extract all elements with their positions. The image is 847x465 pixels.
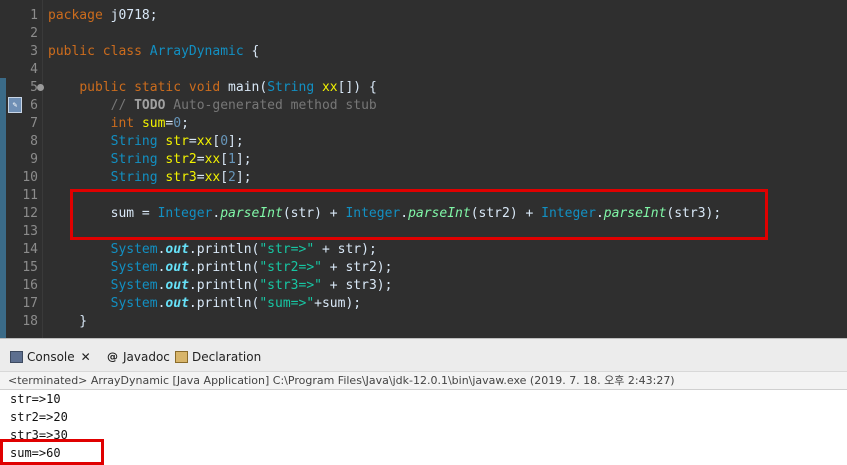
code-line: public class ArrayDynamic { bbox=[48, 44, 260, 59]
console-icon bbox=[10, 351, 23, 363]
close-icon[interactable]: ✕ bbox=[81, 347, 91, 367]
code-line: } bbox=[48, 314, 88, 329]
highlight-box-sum-line bbox=[70, 189, 768, 240]
tab-declaration-label: Declaration bbox=[192, 350, 262, 364]
console-output-line: str2=>20 bbox=[10, 410, 68, 424]
tab-console-label: Console bbox=[27, 350, 75, 364]
code-line: System.out.println("str2=>" + str2); bbox=[110, 260, 393, 275]
code-editor[interactable]: ✎ package j0718; public class ArrayDynami… bbox=[0, 0, 847, 338]
line-number: 8 bbox=[30, 134, 38, 149]
line-number: 12 bbox=[22, 206, 38, 221]
code-line: System.out.println("sum=>"+sum); bbox=[110, 296, 362, 311]
line-number: 16 bbox=[22, 278, 38, 293]
line-number: 4 bbox=[30, 62, 38, 77]
line-number: 9 bbox=[30, 152, 38, 167]
fold-toggle-icon[interactable] bbox=[37, 84, 44, 91]
line-number: 2 bbox=[30, 26, 38, 41]
code-line: String str3=xx[2]; bbox=[110, 170, 252, 185]
line-number: 1 bbox=[30, 8, 38, 23]
line-number: 10 bbox=[22, 170, 38, 185]
line-number: 18 bbox=[22, 314, 38, 329]
tab-declaration[interactable]: Declaration bbox=[175, 347, 261, 367]
code-line: public static void main(String xx[]) { bbox=[79, 80, 377, 95]
tab-javadoc[interactable]: @ Javadoc bbox=[106, 347, 170, 367]
tab-console[interactable]: Console ✕ bbox=[10, 347, 91, 367]
javadoc-icon: @ bbox=[107, 350, 118, 363]
console-output-line: str=>10 bbox=[10, 392, 61, 406]
code-line: int sum=0; bbox=[110, 116, 189, 131]
line-number: 13 bbox=[22, 224, 38, 239]
highlight-box-sum-output bbox=[0, 439, 104, 465]
line-number: 7 bbox=[30, 116, 38, 131]
code-line: package j0718; bbox=[48, 8, 158, 23]
line-number: 17 bbox=[22, 296, 38, 311]
code-line: System.out.println("str3=>" + str3); bbox=[110, 278, 393, 293]
line-number: 3 bbox=[30, 44, 38, 59]
line-number: 15 bbox=[22, 260, 38, 275]
change-marker bbox=[0, 78, 6, 338]
declaration-icon bbox=[175, 351, 188, 363]
tab-javadoc-label: Javadoc bbox=[123, 350, 170, 364]
console-status: <terminated> ArrayDynamic [Java Applicat… bbox=[0, 372, 847, 390]
console-tab-bar: Console ✕ @ Javadoc Declaration bbox=[0, 338, 847, 372]
code-line: // TODO Auto-generated method stub bbox=[110, 98, 377, 113]
line-number: 5 bbox=[30, 80, 38, 95]
code-line: System.out.println("str=>" + str); bbox=[110, 242, 377, 257]
code-line: String str=xx[0]; bbox=[110, 134, 244, 149]
code-line: String str2=xx[1]; bbox=[110, 152, 252, 167]
line-number: 14 bbox=[22, 242, 38, 257]
console-output[interactable]: str=>10 str2=>20 str3=>30 sum=>60 bbox=[0, 390, 847, 465]
line-number: 6 bbox=[30, 98, 38, 113]
line-number: 11 bbox=[22, 188, 38, 203]
